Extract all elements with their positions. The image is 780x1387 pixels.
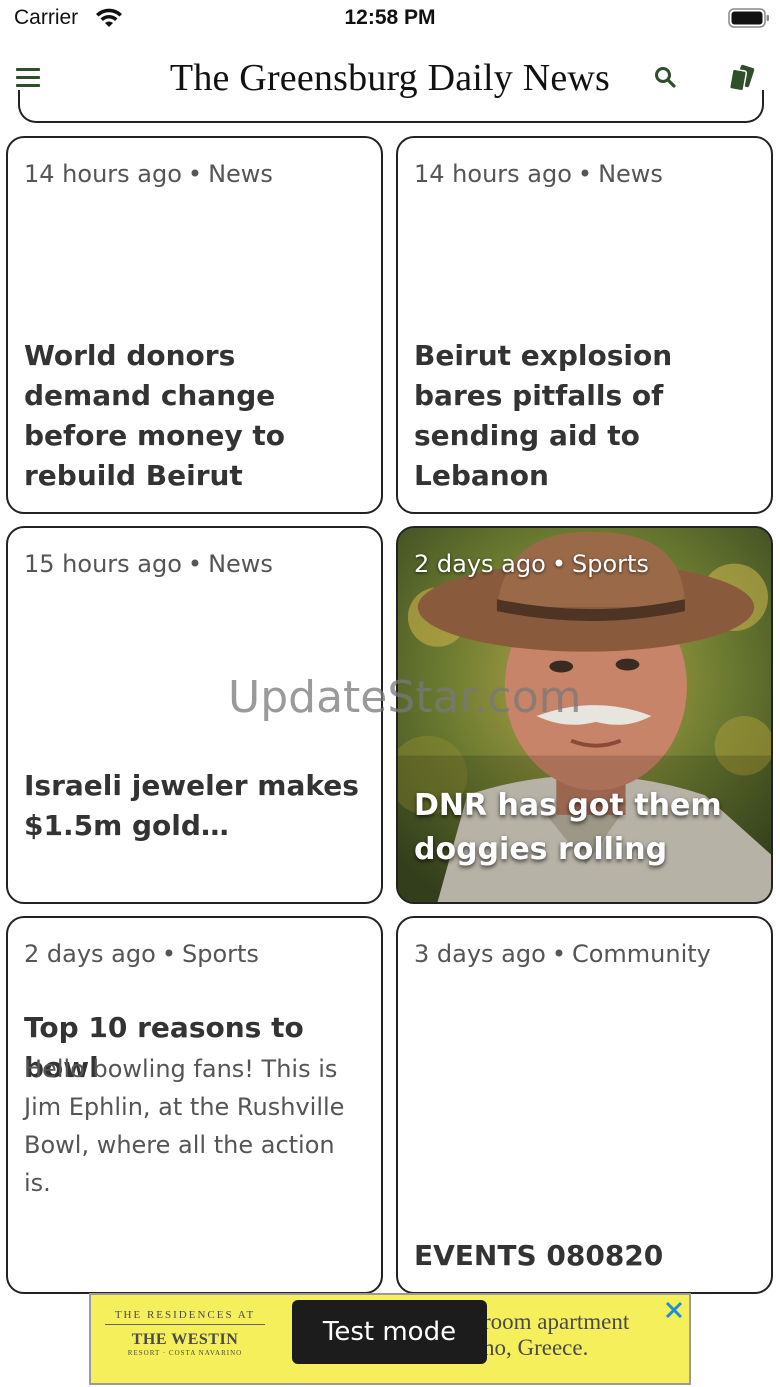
story-time: 14 hours ago <box>414 160 572 188</box>
story-card[interactable]: 2 days ago • Sports Top 10 reasons to bowl… <box>6 916 383 1294</box>
story-summary: Hello bowling fans! This is Jim Ephlin, … <box>24 1055 345 1197</box>
ad-brand-line1: THE RESIDENCES AT <box>105 1309 265 1325</box>
story-headline: Beirut explosion bares pitfalls of sendi… <box>414 339 673 492</box>
ad-brand-line3: RESORT · COSTA NAVARINO <box>127 1349 243 1357</box>
story-category: Community <box>571 940 711 968</box>
story-headline: EVENTS 080820 <box>414 1239 664 1272</box>
close-icon[interactable] <box>663 1299 685 1321</box>
ad-copy: room apartment no, Greece. <box>483 1309 629 1361</box>
ad-brand-logo: THE RESIDENCES AT THE WESTIN RESORT · CO… <box>105 1309 265 1357</box>
story-meta: 15 hours ago • News <box>24 550 273 578</box>
previous-card-edge <box>18 90 764 123</box>
ad-copy-line2: no, Greece. <box>483 1335 589 1360</box>
story-time: 2 days ago <box>24 940 156 968</box>
ad-brand-line2: THE WESTIN <box>131 1331 239 1348</box>
story-headline: DNR has got them doggies rolling <box>414 788 722 867</box>
ad-copy-line1: room apartment <box>483 1309 630 1334</box>
hamburger-menu-icon[interactable] <box>16 68 40 88</box>
story-category: Sports <box>571 550 649 578</box>
story-category: News <box>598 160 663 188</box>
story-category: News <box>208 550 273 578</box>
status-bar: Carrier 12:58 PM <box>0 0 780 40</box>
story-category: Sports <box>181 940 259 968</box>
story-card[interactable]: 14 hours ago • News World donors demand ch… <box>6 136 383 514</box>
story-meta: 14 hours ago • News <box>414 160 663 188</box>
story-category: News <box>208 160 273 188</box>
search-icon[interactable] <box>652 64 680 92</box>
battery-icon <box>728 8 769 28</box>
story-headline: World donors demand change before money … <box>24 339 285 492</box>
story-time: 14 hours ago <box>24 160 182 188</box>
story-meta: 2 days ago • Sports <box>24 940 259 968</box>
test-mode-toast: Test mode <box>292 1300 487 1364</box>
story-meta: 3 days ago • Community <box>414 940 711 968</box>
story-time: 15 hours ago <box>24 550 182 578</box>
story-time: 3 days ago <box>414 940 546 968</box>
story-card-with-image[interactable]: 2 days ago • Sports DNR has got them doggi… <box>396 526 773 904</box>
story-time: 2 days ago <box>414 550 546 578</box>
story-headline: Israeli jeweler makes $1.5m gold… <box>24 769 359 842</box>
story-meta: 2 days ago • Sports <box>414 550 649 578</box>
status-time: 12:58 PM <box>344 6 436 29</box>
story-card[interactable]: 14 hours ago • News Beirut explosion bares… <box>396 136 773 514</box>
story-card[interactable]: 15 hours ago • News Israeli jeweler makes … <box>6 526 383 904</box>
story-meta: 14 hours ago • News <box>24 160 273 188</box>
story-card[interactable]: 3 days ago • Community EVENTS 080820 <box>396 916 773 1294</box>
